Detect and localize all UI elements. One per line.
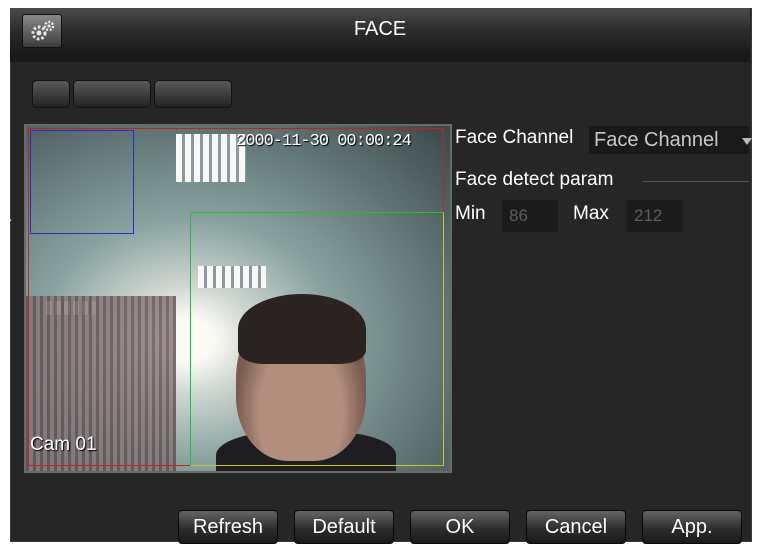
ok-button[interactable]: OK bbox=[410, 510, 510, 544]
min-value: 86 bbox=[509, 206, 528, 225]
title-bar: FACE bbox=[10, 8, 750, 52]
detect-param-label: Face detect param bbox=[455, 169, 614, 190]
chevron-down-icon bbox=[742, 138, 752, 145]
camera-name-overlay: Cam 01 bbox=[30, 434, 97, 455]
face-channel-select[interactable]: Face Channel bbox=[589, 126, 752, 154]
min-label: Min bbox=[455, 203, 486, 224]
timestamp-overlay: 2000-11-30 00:00:24 bbox=[236, 132, 412, 151]
title-divider bbox=[10, 52, 750, 62]
max-label: Max bbox=[573, 203, 609, 224]
channel-number-label: 1 bbox=[2, 205, 13, 225]
default-button[interactable]: Default bbox=[294, 510, 394, 544]
face-channel-value: Face Channel bbox=[594, 129, 719, 151]
tab-1[interactable] bbox=[32, 80, 70, 108]
cancel-button[interactable]: Cancel bbox=[526, 510, 626, 544]
window-title: FACE bbox=[353, 18, 407, 40]
camera-preview[interactable]: 2000-11-30 00:00:24 Cam 01 bbox=[24, 124, 452, 473]
face-channel-label: Face Channel bbox=[455, 127, 574, 148]
tab-2[interactable] bbox=[73, 80, 151, 108]
max-size-input[interactable]: 212 bbox=[627, 200, 683, 232]
min-size-input[interactable]: 86 bbox=[502, 200, 558, 232]
group-divider bbox=[643, 181, 749, 182]
tab-3[interactable] bbox=[154, 80, 232, 108]
refresh-button[interactable]: Refresh bbox=[178, 510, 278, 544]
max-face-size-box[interactable] bbox=[190, 212, 444, 466]
apply-button[interactable]: App. bbox=[642, 510, 742, 544]
min-face-size-box[interactable] bbox=[30, 130, 134, 234]
max-value: 212 bbox=[634, 206, 663, 225]
